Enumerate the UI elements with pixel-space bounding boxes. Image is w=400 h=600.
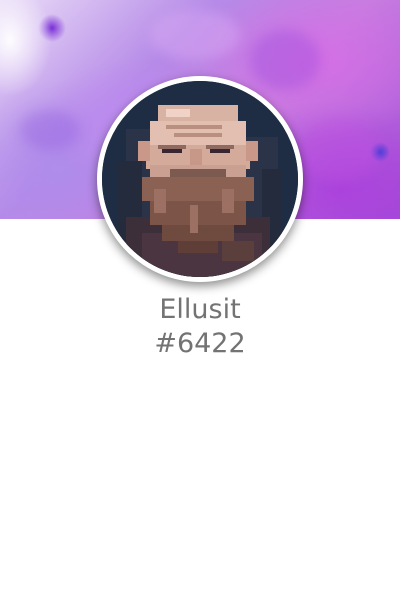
avatar-frame[interactable] xyxy=(97,76,303,282)
user-discriminator: #6422 xyxy=(154,328,246,359)
avatar[interactable] xyxy=(102,81,298,277)
profile-card: Ellusit #6422 xyxy=(0,0,400,600)
pixel-art-bearded-old-man-icon xyxy=(102,81,298,277)
username: Ellusit xyxy=(159,294,241,325)
